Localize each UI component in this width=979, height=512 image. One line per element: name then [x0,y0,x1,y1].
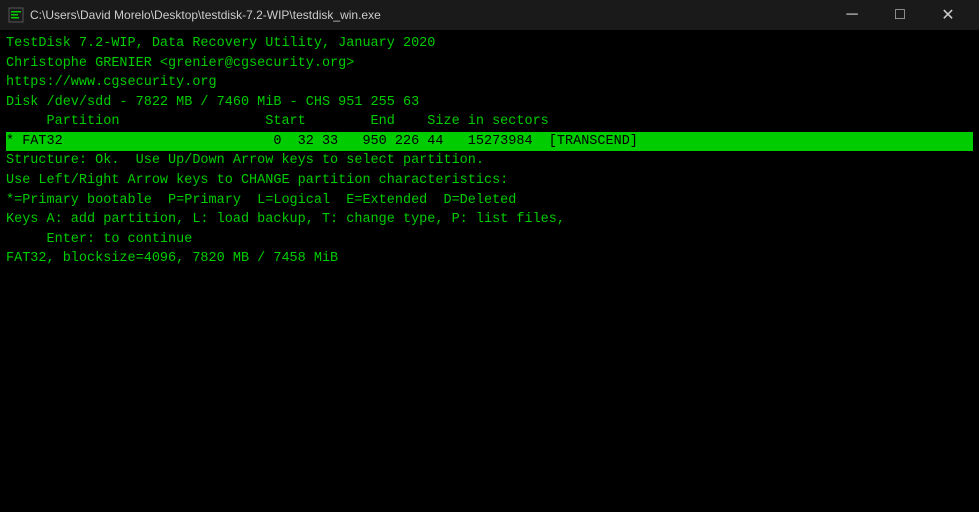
minimize-button[interactable]: ─ [829,0,875,30]
terminal-line: https://www.cgsecurity.org [6,73,973,93]
terminal-window: TestDisk 7.2-WIP, Data Recovery Utility,… [0,30,979,512]
terminal-line: Use Left/Right Arrow keys to CHANGE part… [6,171,973,191]
terminal-line: TestDisk 7.2-WIP, Data Recovery Utility,… [6,34,973,54]
terminal-line: *=Primary bootable P=Primary L=Logical E… [6,191,973,211]
terminal-line: Christophe GRENIER <grenier@cgsecurity.o… [6,54,973,74]
terminal-line: Partition Start End Size in sectors [6,112,973,132]
terminal-line: * FAT32 0 32 33 950 226 44 15273984 [TRA… [6,132,973,152]
terminal-line: FAT32, blocksize=4096, 7820 MB / 7458 Mi… [6,249,973,269]
window-title: C:\Users\David Morelo\Desktop\testdisk-7… [30,8,381,22]
app-icon [8,7,24,23]
title-bar-left: C:\Users\David Morelo\Desktop\testdisk-7… [8,7,381,23]
window-controls: ─ □ ✕ [829,0,971,30]
terminal-line: Keys A: add partition, L: load backup, T… [6,210,973,230]
terminal-line: Enter: to continue [6,230,973,250]
maximize-button[interactable]: □ [877,0,923,30]
title-bar: C:\Users\David Morelo\Desktop\testdisk-7… [0,0,979,30]
terminal-line: Disk /dev/sdd - 7822 MB / 7460 MiB - CHS… [6,93,973,113]
selected-partition-row[interactable]: * FAT32 0 32 33 950 226 44 15273984 [TRA… [6,132,973,152]
close-button[interactable]: ✕ [925,0,971,30]
terminal-line: Structure: Ok. Use Up/Down Arrow keys to… [6,151,973,171]
